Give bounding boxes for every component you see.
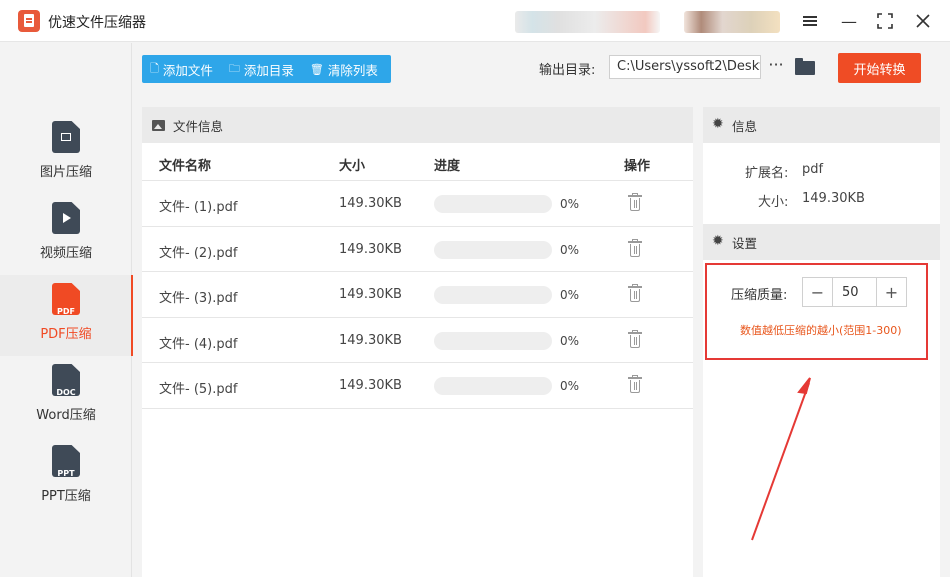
trash-icon: 🗑 (309, 62, 324, 76)
ext-value: pdf (802, 162, 824, 177)
progress-text: 0% (560, 288, 580, 303)
file-size: 149.30KB (339, 378, 402, 394)
settings-header: 设置 (703, 224, 940, 260)
app-logo-icon (18, 10, 40, 32)
settings-title: 设置 (732, 235, 758, 251)
sidebar-item-label: PDF压缩 (40, 327, 92, 342)
sidebar-item-word[interactable]: DOC Word压缩 (0, 356, 132, 437)
delete-icon[interactable] (628, 193, 642, 212)
add-file-button[interactable]: 🗋 添加文件 (142, 55, 221, 83)
sidebar: 图片压缩 视频压缩 PDF PDF压缩 DOC Word压缩 PPT PPT压缩 (0, 43, 133, 577)
sidebar-item-label: 视频压缩 (39, 246, 92, 261)
clear-list-button[interactable]: 🗑 清除列表 (302, 55, 386, 83)
file-size: 149.30KB (339, 332, 402, 348)
sidebar-item-video[interactable]: 视频压缩 (0, 194, 132, 275)
progress-bar (434, 286, 552, 305)
file-list-panel: 文件信息 文件名称 大小 进度 操作 文件- (1).pdf 149.30KB 0%… (142, 107, 693, 577)
delete-icon[interactable] (628, 329, 642, 349)
progress-bar (434, 240, 552, 259)
sidebar-item-label: 图片压缩 (39, 165, 92, 180)
close-icon[interactable] (910, 8, 936, 34)
progress-text: 0% (560, 242, 580, 257)
file-name: 文件- (2).pdf (159, 245, 238, 261)
progress-text: 0% (560, 379, 580, 394)
sidebar-item-image[interactable]: 图片压缩 (0, 113, 132, 194)
col-action: 操作 (624, 159, 651, 174)
more-options-icon[interactable]: ··· (766, 57, 786, 77)
start-convert-button[interactable]: 开始转换 (838, 53, 921, 83)
output-dir-field[interactable]: C:\Users\yssoft2\Deskto (609, 55, 761, 79)
col-name: 文件名称 (159, 159, 212, 174)
size-value: 149.30KB (802, 191, 865, 206)
ext-label: 扩展名: (745, 166, 789, 181)
size-label: 大小: (758, 195, 789, 210)
table-header: 文件名称 大小 进度 操作 (142, 143, 693, 181)
file-info-header: 文件信息 (142, 107, 693, 143)
col-size: 大小 (339, 159, 366, 174)
output-dir-label: 输出目录: (539, 63, 596, 78)
progress-bar (434, 377, 552, 396)
ppt-file-icon: PPT (52, 445, 80, 477)
title-bar: 优速文件压缩器 — (0, 0, 950, 42)
delete-icon[interactable] (628, 375, 642, 394)
pdf-file-icon: PDF (52, 283, 80, 315)
blurred-avatar-area (684, 11, 780, 33)
file-info-title: 文件信息 (173, 118, 224, 134)
col-progress: 进度 (434, 159, 461, 174)
blurred-account-area (515, 11, 660, 33)
add-directory-button[interactable]: 🗀 添加目录 (221, 55, 302, 83)
file-icon: 🗋 (150, 61, 159, 75)
app-title: 优速文件压缩器 (48, 15, 146, 31)
delete-icon[interactable] (628, 238, 642, 258)
file-size: 149.30KB (339, 196, 402, 211)
minimize-icon[interactable]: — (836, 8, 862, 34)
progress-text: 0% (560, 197, 580, 211)
sidebar-item-ppt[interactable]: PPT PPT压缩 (0, 437, 132, 518)
image-icon (152, 119, 165, 131)
table-row[interactable]: 文件- (3).pdf 149.30KB 0% (142, 272, 693, 318)
folder-icon: 🗀 (228, 61, 240, 75)
progress-bar (434, 195, 552, 213)
file-name: 文件- (3).pdf (159, 291, 238, 307)
progress-bar (434, 331, 552, 350)
file-size: 149.30KB (339, 241, 402, 257)
table-row[interactable]: 文件- (2).pdf 149.30KB 0% (142, 227, 693, 273)
open-folder-icon[interactable] (795, 58, 815, 76)
table-row[interactable]: 文件- (5).pdf 149.30KB 0% (142, 363, 693, 409)
file-name: 文件- (1).pdf (159, 200, 238, 215)
file-name: 文件- (4).pdf (159, 336, 238, 352)
file-toolbar: 🗋 添加文件 🗀 添加目录 🗑 清除列表 (142, 55, 391, 83)
sidebar-item-pdf[interactable]: PDF PDF压缩 (0, 275, 133, 356)
info-title: 信息 (732, 118, 758, 134)
file-size: 149.30KB (339, 287, 402, 303)
file-name: 文件- (5).pdf (159, 382, 238, 398)
sidebar-item-label: Word压缩 (36, 408, 96, 423)
highlight-box (705, 263, 928, 360)
delete-icon[interactable] (628, 284, 642, 303)
gear-icon (712, 116, 726, 132)
menu-icon[interactable] (797, 8, 823, 34)
table-row[interactable]: 文件- (4).pdf 149.30KB 0% (142, 318, 693, 364)
gear-icon (712, 233, 726, 249)
doc-file-icon: DOC (52, 364, 80, 396)
maximize-icon[interactable] (872, 8, 898, 34)
sidebar-item-label: PPT压缩 (41, 489, 91, 504)
table-row[interactable]: 文件- (1).pdf 149.30KB 0% (142, 181, 693, 227)
progress-text: 0% (560, 333, 580, 348)
info-header: 信息 (703, 107, 940, 143)
